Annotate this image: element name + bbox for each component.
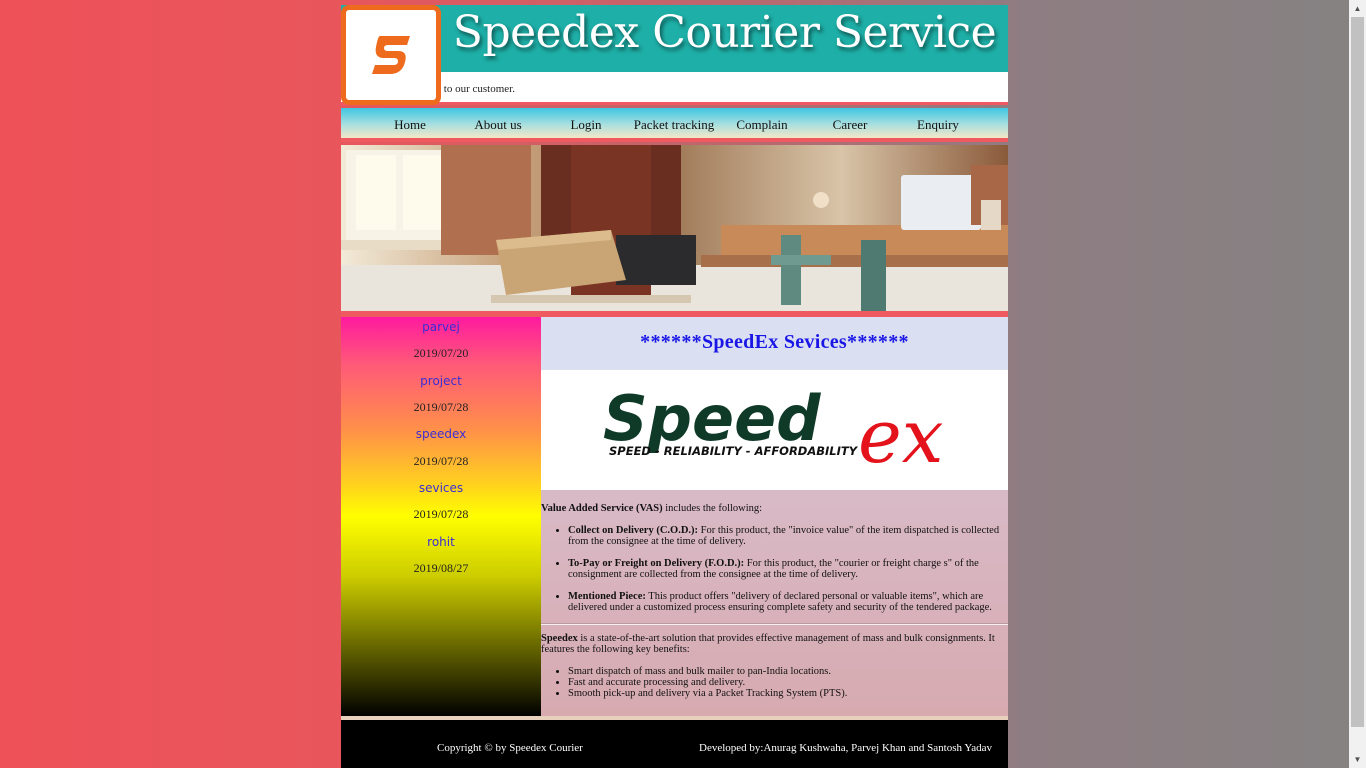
main-content: ******SpeedEx Sevices****** Speed ex SPE… <box>541 317 1008 716</box>
nav-packet-tracking[interactable]: Packet tracking <box>630 117 718 133</box>
news-item-title[interactable]: project <box>341 374 541 388</box>
news-item-title[interactable]: speedex <box>341 427 541 441</box>
site-logo[interactable] <box>341 5 441 105</box>
news-sidebar: parvej 2019/07/20 project 2019/07/28 spe… <box>341 317 541 716</box>
news-item-date: 2019/07/20 <box>413 346 469 360</box>
list-item: Smooth pick-up and delivery via a Packet… <box>568 688 1008 699</box>
value-added-services: Value Added Service (VAS) includes the f… <box>541 503 1008 624</box>
list-item: To-Pay or Freight on Delivery (F.O.D.): … <box>568 558 1008 580</box>
news-item-title[interactable]: sevices <box>341 481 541 495</box>
main-nav: Home About us Login Packet tracking Comp… <box>341 108 1008 142</box>
scroll-thumb[interactable] <box>1351 17 1364 727</box>
vas-item-title: Collect on Delivery (C.O.D.): <box>568 525 699 536</box>
speedex-brand-logo: Speed ex SPEED - RELIABILITY - AFFORDABI… <box>541 370 1008 490</box>
news-item-date: 2019/08/27 <box>413 561 469 575</box>
vas-intro-text: includes the following: <box>662 503 763 514</box>
page-container: Speedex Courier Service ery to our custo… <box>341 5 1008 768</box>
page-scrollbar[interactable]: ▲ ▼ <box>1349 0 1366 768</box>
vas-intro-bold: Value Added Service (VAS) <box>541 503 663 514</box>
brand-name-part2: ex <box>858 394 944 480</box>
marquee-rest: to our customer. <box>441 83 515 95</box>
vas-intro: Value Added Service (VAS) includes the f… <box>541 503 1008 514</box>
content-divider <box>541 623 1008 625</box>
nav-enquiry[interactable]: Enquiry <box>894 117 982 133</box>
nav-complain[interactable]: Complain <box>718 117 806 133</box>
nav-login[interactable]: Login <box>542 117 630 133</box>
benefits-intro-text: is a state-of-the-art solution that prov… <box>541 633 995 655</box>
news-item-title[interactable]: parvej <box>341 320 541 334</box>
vas-item-title: Mentioned Piece: <box>568 591 646 602</box>
title-bar: Speedex Courier Service <box>341 5 1008 72</box>
services-heading: ******SpeedEx Sevices****** <box>640 331 909 353</box>
nav-home[interactable]: Home <box>366 117 454 133</box>
vas-item-title: To-Pay or Freight on Delivery (F.O.D.): <box>568 558 745 569</box>
marquee-bar: ery to our customer. <box>341 72 1008 105</box>
benefits-intro: Speedex is a state-of-the-art solution t… <box>541 633 1008 655</box>
site-title: Speedex Courier Service <box>452 7 997 58</box>
speedex-logo-image: Speed ex SPEED - RELIABILITY - AFFORDABI… <box>603 382 944 480</box>
services-heading-box: ******SpeedEx Sevices****** <box>541 317 1008 370</box>
scroll-up-arrow-icon[interactable]: ▲ <box>1349 0 1366 17</box>
footer: Copyright © by Speedex Courier Developed… <box>341 720 1008 768</box>
hero-image <box>341 145 1008 311</box>
news-item-date: 2019/07/28 <box>413 507 469 521</box>
nav-about-us[interactable]: About us <box>454 117 542 133</box>
list-item: Collect on Delivery (C.O.D.): For this p… <box>568 525 1008 547</box>
list-item: Mentioned Piece: This product offers "de… <box>568 591 1008 613</box>
news-item-date: 2019/07/28 <box>413 400 469 414</box>
hero-photo <box>341 145 1008 311</box>
speedex-benefits: Speedex is a state-of-the-art solution t… <box>541 633 1008 699</box>
news-item-date: 2019/07/28 <box>413 454 469 468</box>
footer-copyright: Copyright © by Speedex Courier <box>437 742 583 754</box>
scroll-down-arrow-icon[interactable]: ▼ <box>1349 751 1366 768</box>
nav-career[interactable]: Career <box>806 117 894 133</box>
brand-tagline: SPEED - RELIABILITY - AFFORDABILITY <box>609 444 859 458</box>
benefits-list: Smart dispatch of mass and bulk mailer t… <box>568 666 1008 699</box>
list-item: Smart dispatch of mass and bulk mailer t… <box>568 666 1008 677</box>
list-item: Fast and accurate processing and deliver… <box>568 677 1008 688</box>
benefits-intro-bold: Speedex <box>541 633 578 644</box>
logo-s-icon <box>372 36 410 74</box>
vas-list: Collect on Delivery (C.O.D.): For this p… <box>568 525 1008 613</box>
news-item-title[interactable]: rohit <box>341 535 541 549</box>
footer-developers: Developed by:Anurag Kushwaha, Parvej Kha… <box>699 742 992 754</box>
